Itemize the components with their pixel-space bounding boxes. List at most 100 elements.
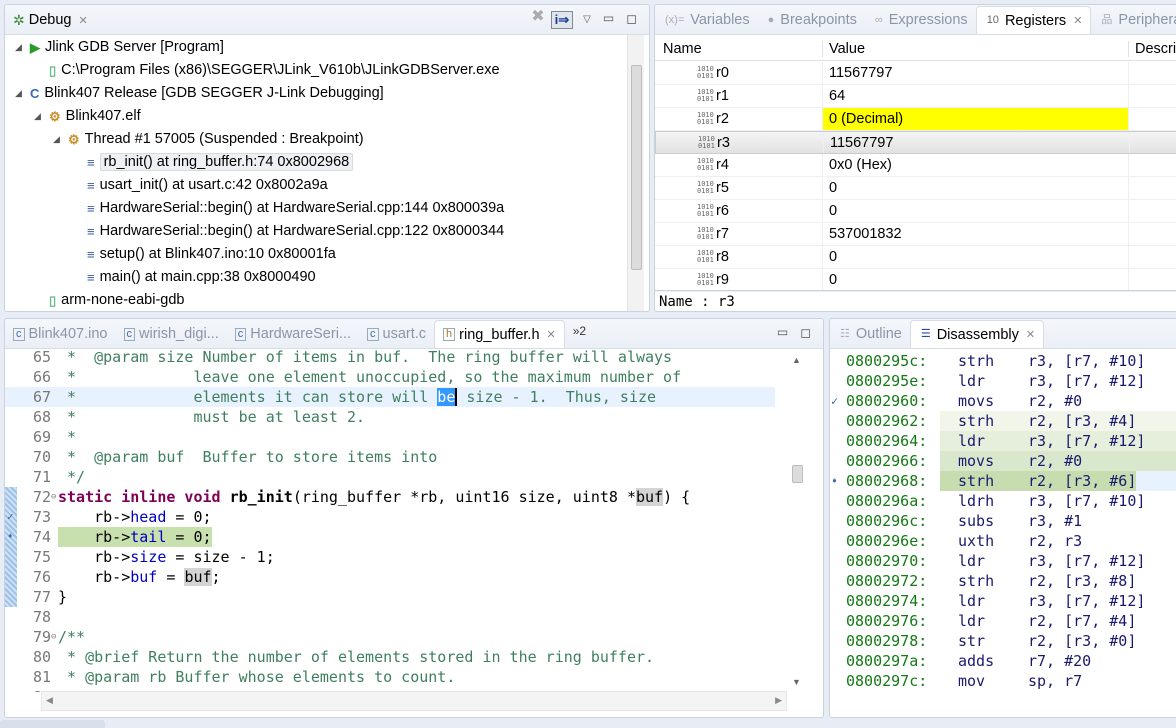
disassembly-line[interactable]: 0800296c: subs r3, #1 — [830, 511, 1176, 531]
register-value[interactable]: 537001832 — [823, 223, 1129, 245]
minimize-icon[interactable]: ▭ — [777, 325, 788, 339]
disassembly-line[interactable]: 0800296e: uxth r2, r3 — [830, 531, 1176, 551]
code-line[interactable]: 74 ➧ rb->tail = 0; — [5, 527, 775, 547]
code-line[interactable]: 72 ⊖ static inline void rb_init(ring_buffe… — [5, 487, 775, 507]
code-line[interactable]: 66 * leave one element unoccupied, so th… — [5, 367, 775, 387]
tab-outline[interactable]: ☷ Outline — [830, 320, 910, 348]
register-value[interactable]: 11567797 — [824, 132, 1130, 153]
code-line[interactable]: 77} — [5, 587, 775, 607]
debug-scrollbar[interactable] — [627, 35, 644, 311]
disassembly-line[interactable]: 08002970: ldr r3, [r7, #12] — [830, 551, 1176, 571]
register-value[interactable]: 0 — [823, 200, 1129, 222]
tree-item[interactable]: ≡ setup() at Blink407.ino:10 0x80001fa — [72, 243, 336, 265]
expanded-triangle-icon[interactable]: ◢ — [15, 88, 25, 99]
code-line[interactable]: 70 * @param buf Buffer to store items in… — [5, 447, 775, 467]
register-value[interactable]: 0 — [823, 246, 1129, 268]
close-icon[interactable]: ✕ — [547, 328, 556, 341]
tab-usart-c[interactable]: c usart.c — [359, 320, 434, 348]
editor-vscrollbar[interactable]: ▲ ▼ — [789, 349, 806, 691]
tab-registers[interactable]: 10 Registers ✕ — [975, 6, 1092, 34]
tab-blink407-ino[interactable]: c Blink407.ino — [5, 320, 116, 348]
register-row[interactable]: 1010 0101 r9 0 — [655, 269, 1176, 292]
register-row[interactable]: 1010 0101 r2 0 (Decimal) — [655, 108, 1176, 131]
editor-hscrollbar[interactable]: ◀ ▶ — [41, 691, 787, 711]
instruction-pointer-icon[interactable]: ➧ — [831, 471, 838, 491]
breakpoint-icon[interactable]: ✓ — [831, 391, 838, 411]
disassembly-line[interactable]: 08002972: strh r2, [r3, #8] — [830, 571, 1176, 591]
tab-disassembly[interactable]: ☰ Disassembly ✕ — [909, 320, 1045, 348]
register-value[interactable]: 64 — [823, 85, 1129, 107]
tree-item[interactable]: ≡ usart_init() at usart.c:42 0x8002a9a — [72, 174, 328, 196]
register-value[interactable]: 0 — [823, 177, 1129, 199]
disassembly-line[interactable]: 08002964: ldr r3, [r7, #12] — [830, 431, 1176, 451]
code-line[interactable]: 68 * must be at least 2. — [5, 407, 775, 427]
code-area[interactable]: 65 * @param size Number of items in buf.… — [5, 347, 780, 692]
code-line[interactable]: 69 * — [5, 427, 775, 447]
tree-item[interactable]: ◢ ⚙ Thread #1 57005 (Suspended : Breakpoin… — [53, 128, 364, 150]
tab-overflow-button[interactable]: »2 — [573, 324, 586, 338]
register-row[interactable]: 1010 0101 r4 0x0 (Hex) — [655, 154, 1176, 177]
tree-item[interactable]: ◢ ⚙ Blink407.elf — [34, 105, 141, 127]
disassembly-line[interactable]: 0800297c: mov sp, r7 — [830, 671, 1176, 691]
tab-peripherals[interactable]: 品 Peripherals — [1091, 6, 1176, 34]
close-icon[interactable]: ✕ — [1026, 328, 1035, 341]
tree-item[interactable]: ◢ C Blink407 Release [GDB SEGGER J-Link De… — [15, 82, 384, 104]
expanded-triangle-icon[interactable]: ◢ — [15, 42, 25, 53]
code-line[interactable]: 71 */ — [5, 467, 775, 487]
register-row[interactable]: 1010 0101 r7 537001832 — [655, 223, 1176, 246]
tab-debug[interactable]: ✲ Debug ✕ — [5, 6, 96, 34]
register-value[interactable]: 0x0 (Hex) — [823, 154, 1129, 176]
disassembly-line[interactable]: 0800296a: ldrh r3, [r7, #10] — [830, 491, 1176, 511]
fold-icon[interactable]: ⊖ — [51, 627, 56, 647]
tab-breakpoints[interactable]: ● Breakpoints — [758, 6, 865, 34]
register-row[interactable]: 1010 0101 r6 0 — [655, 200, 1176, 223]
tree-item[interactable]: ▯ arm-none-eabi-gdb — [34, 289, 184, 311]
disassembly-line[interactable]: 08002978: str r2, [r3, #0] — [830, 631, 1176, 651]
disassembly-listing[interactable]: 0800295c: strh r3, [r7, #10] 0800295e: ldr r3… — [830, 351, 1176, 717]
maximize-icon[interactable]: ◻ — [800, 325, 811, 341]
close-icon[interactable]: ✕ — [1073, 14, 1082, 27]
column-name[interactable]: Name — [655, 41, 823, 57]
disassembly-line[interactable]: 08002976: ldr r2, [r7, #4] — [830, 611, 1176, 631]
scroll-up-icon[interactable]: ▲ — [792, 355, 801, 365]
disassembly-line[interactable]: 08002974: ldr r3, [r7, #12] — [830, 591, 1176, 611]
tab-variables[interactable]: (x)= Variables — [655, 6, 758, 34]
disassembly-line[interactable]: 08002966: movs r2, #0 — [830, 451, 1176, 471]
tree-item[interactable]: ≡ rb_init() at ring_buffer.h:74 0x8002968 — [72, 151, 354, 173]
code-line[interactable]: 79 ⊖/** — [5, 627, 775, 647]
code-line[interactable]: 78 — [5, 607, 775, 627]
disassembly-line[interactable]: ✓ 08002960: movs r2, #0 — [830, 391, 1176, 411]
register-value[interactable]: 0 (Decimal) — [823, 108, 1129, 130]
code-line[interactable]: 81 * @param rb Buffer whose elements to … — [5, 667, 775, 687]
tree-item[interactable]: ≡ HardwareSerial::begin() at HardwareSeri… — [72, 197, 504, 219]
maximize-icon[interactable]: ◻ — [626, 11, 637, 27]
code-line[interactable]: 65 * @param size Number of items in buf.… — [5, 347, 775, 367]
scrollbar-thumb[interactable] — [792, 465, 803, 483]
code-line[interactable]: 76 rb->buf = buf; — [5, 567, 775, 587]
tree-item[interactable]: ◢ ▶ Jlink GDB Server [Program] — [15, 36, 224, 58]
close-icon[interactable]: ✕ — [78, 14, 87, 27]
register-row[interactable]: 1010 0101 r1 64 — [655, 85, 1176, 108]
remove-terminated-icon[interactable]: ✖ — [531, 6, 544, 26]
disassembly-line[interactable]: 0800297a: adds r7, #20 — [830, 651, 1176, 671]
column-value[interactable]: Value — [823, 41, 1129, 57]
view-menu-icon[interactable]: ▽ — [583, 14, 591, 25]
expanded-triangle-icon[interactable]: ◢ — [34, 111, 44, 122]
disassembly-line[interactable]: 0800295c: strh r3, [r7, #10] — [830, 351, 1176, 371]
tab-wirish-digi[interactable]: c wirish_digi... — [116, 320, 227, 348]
scroll-right-icon[interactable]: ▶ — [775, 695, 782, 706]
code-line[interactable]: 73 ✓ rb->head = 0; — [5, 507, 775, 527]
instruction-stepping-icon[interactable]: i⇒ — [550, 11, 574, 29]
column-description[interactable]: Descri — [1129, 41, 1176, 57]
disassembly-line[interactable]: 0800295e: ldr r3, [r7, #12] — [830, 371, 1176, 391]
scroll-left-icon[interactable]: ◀ — [46, 695, 53, 706]
expanded-triangle-icon[interactable]: ◢ — [53, 134, 63, 145]
register-value[interactable]: 0 — [823, 269, 1129, 291]
code-line[interactable]: 75 rb->size = size - 1; — [5, 547, 775, 567]
scroll-down-icon[interactable]: ▼ — [792, 677, 801, 687]
tab-expressions[interactable]: ∞ Expressions — [865, 6, 976, 34]
scrollbar-thumb[interactable] — [631, 65, 642, 270]
register-row[interactable]: 1010 0101 r0 11567797 — [655, 62, 1176, 85]
tab-ring-buffer-h[interactable]: h ring_buffer.h ✕ — [434, 320, 565, 348]
disassembly-line[interactable]: ➧ 08002968: strh r2, [r3, #6] — [830, 471, 1176, 491]
